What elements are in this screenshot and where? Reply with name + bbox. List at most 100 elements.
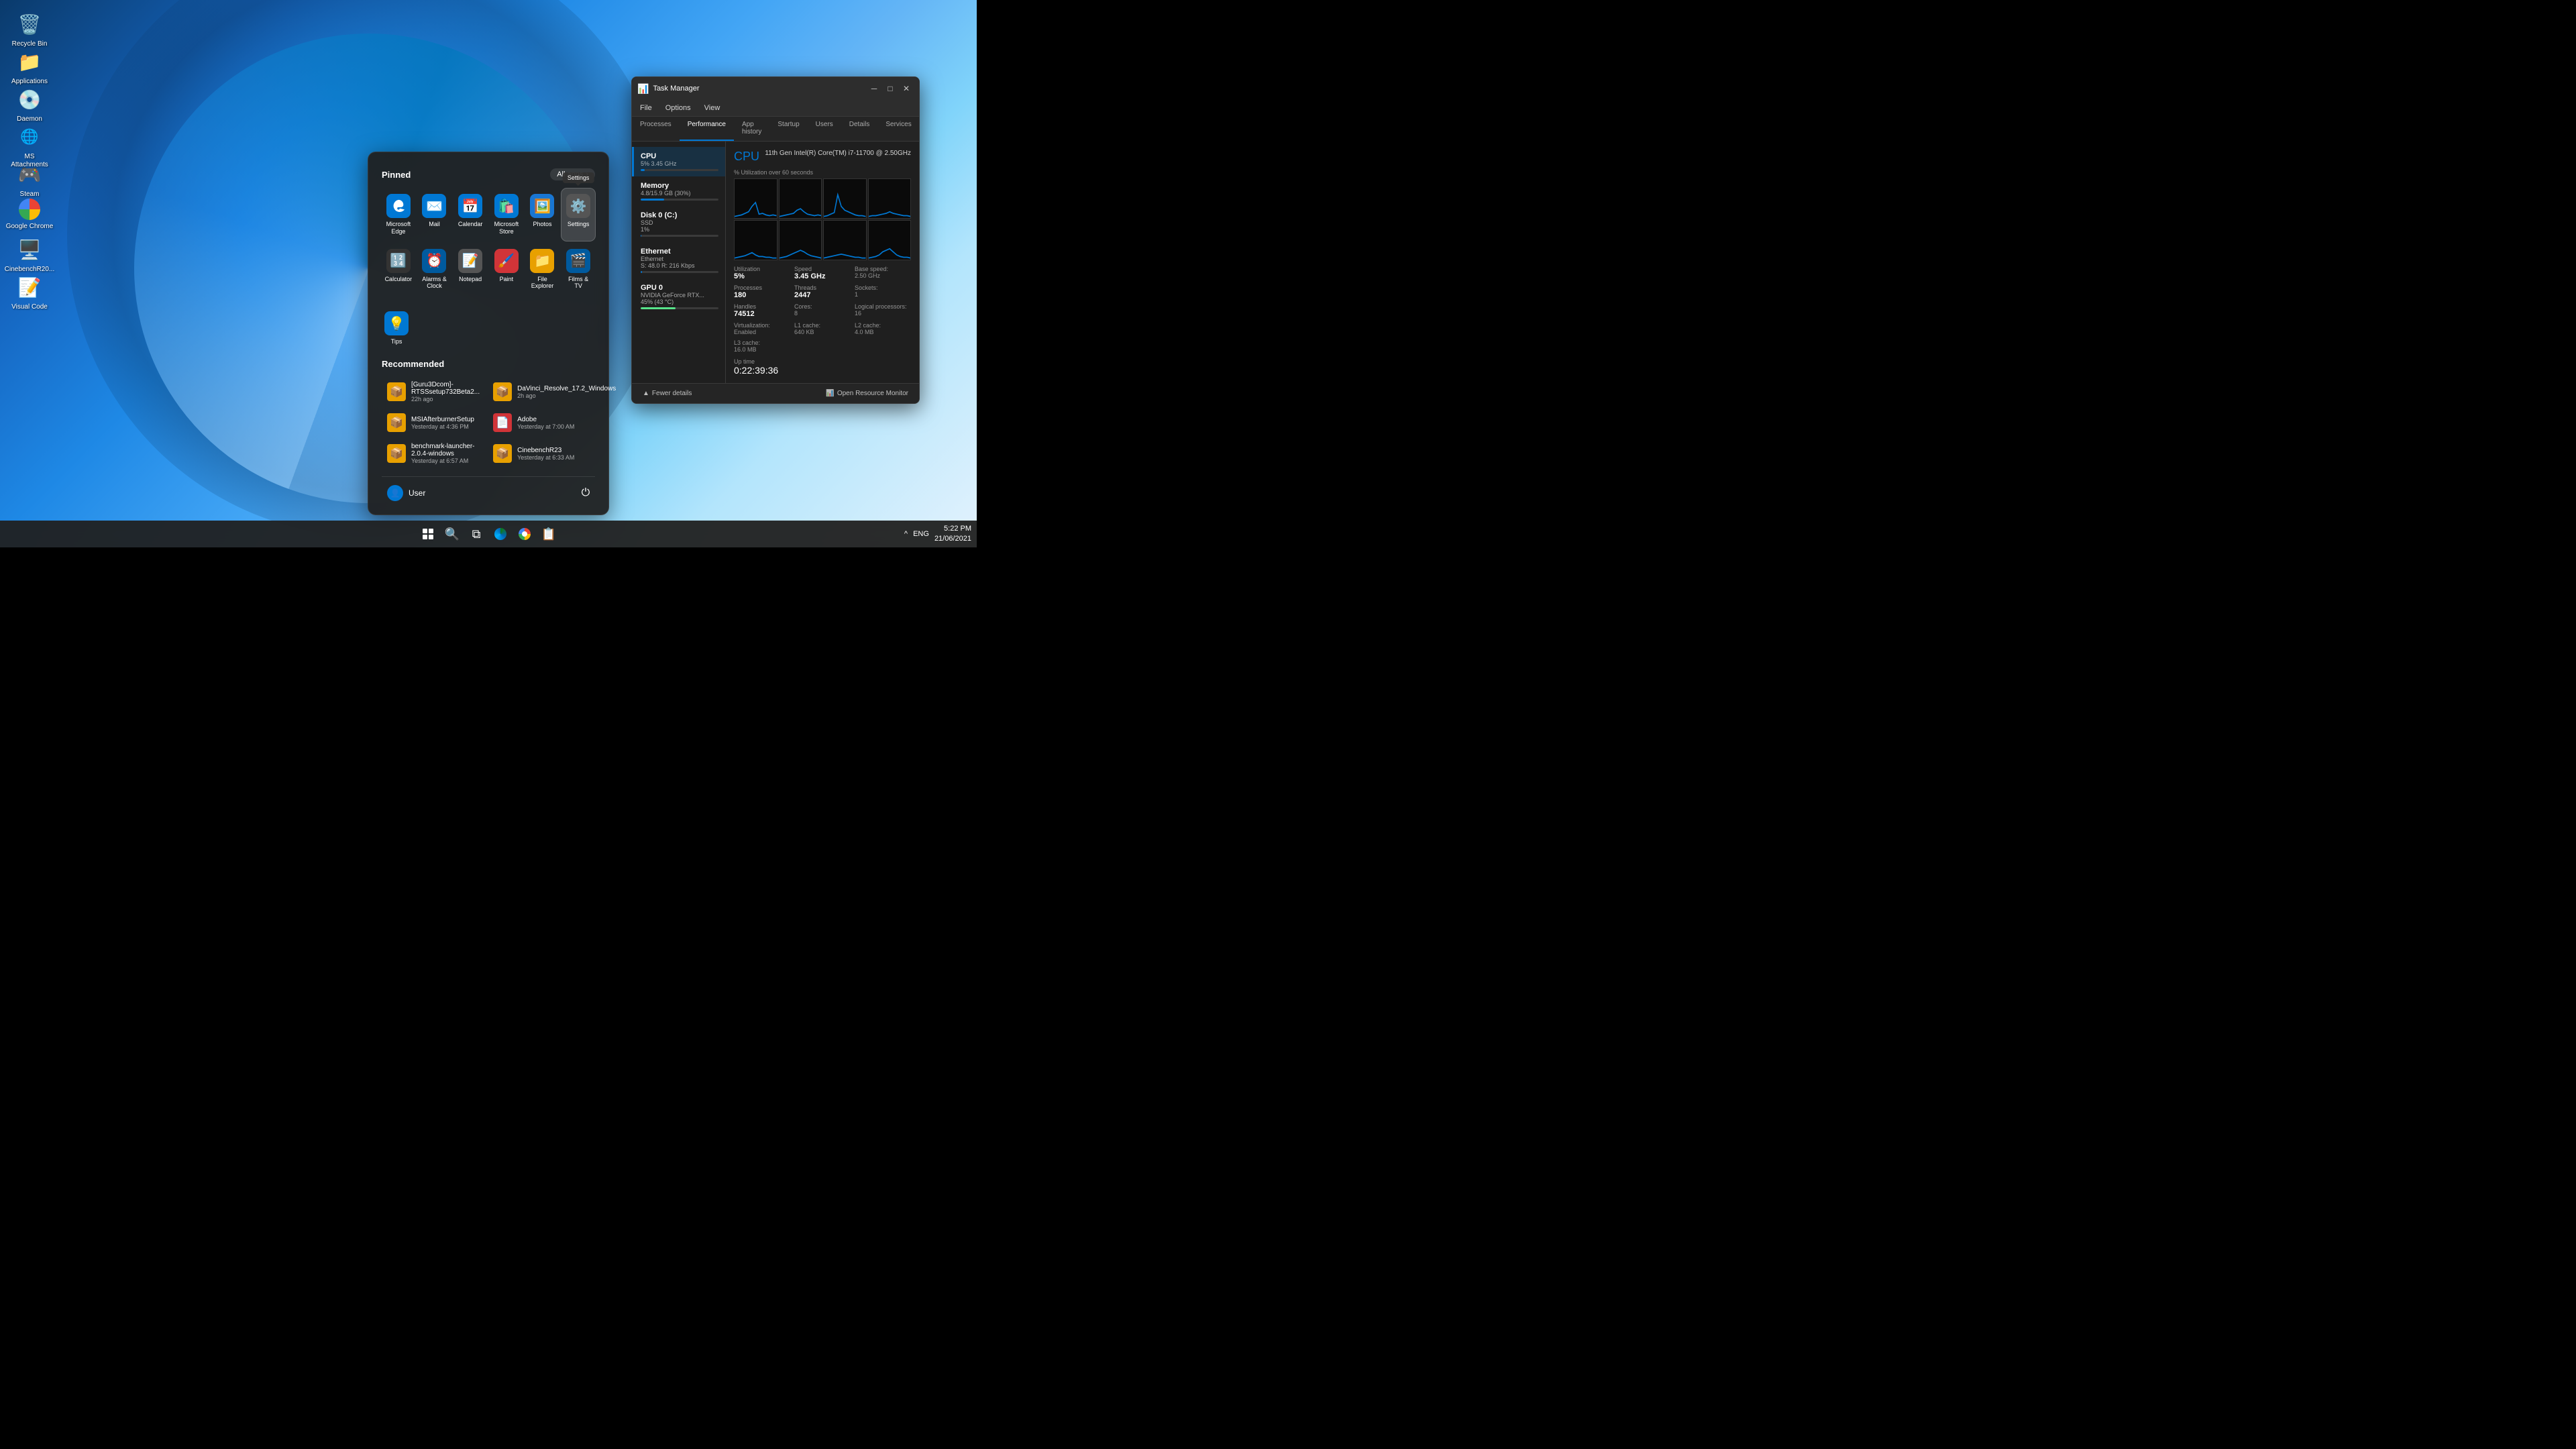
base-speed-stat: Base speed: 2.50 GHz	[855, 266, 911, 280]
tab-users[interactable]: Users	[808, 117, 841, 141]
taskmanager-taskbar-button[interactable]: 📋	[538, 523, 559, 545]
fewer-details-button[interactable]: ▲ Fewer details	[639, 388, 696, 399]
start-menu: Pinned All apps › Microsoft Edge ✉️ Mail…	[368, 152, 609, 515]
daemon-icon[interactable]: 💿 Daemon	[3, 83, 56, 126]
rec-guru3d-icon: 📦	[387, 382, 406, 401]
sidebar-cpu[interactable]: CPU 5% 3.45 GHz	[632, 147, 725, 176]
pinned-photos[interactable]: 🖼️ Photos	[526, 189, 559, 241]
pinned-title: Pinned	[382, 170, 411, 180]
performance-sidebar: CPU 5% 3.45 GHz Memory 4.8/15.9 GB (30%)…	[632, 142, 726, 383]
system-tray: ^	[904, 530, 908, 538]
pinned-tips[interactable]: 💡 Tips	[382, 306, 411, 351]
processes-stat: Processes 180	[734, 284, 790, 299]
user-name: User	[409, 488, 425, 498]
recommended-header: Recommended	[382, 359, 595, 369]
cinebench-icon[interactable]: 🖥️ CinebenchR20...	[3, 233, 56, 276]
sidebar-memory[interactable]: Memory 4.8/15.9 GB (30%)	[632, 176, 725, 206]
task-manager-menubar: File Options View	[632, 100, 919, 117]
visual-code-icon[interactable]: 📝 Visual Code	[3, 271, 56, 314]
rec-adobe[interactable]: 📄 Adobe Yesterday at 7:00 AM	[488, 409, 621, 436]
task-manager-titlebar: 📊 Task Manager ─ □ ✕	[632, 77, 919, 100]
start-menu-bottom: 👤 User ⏻	[382, 476, 595, 504]
handles-stat: Handles 74512	[734, 303, 790, 318]
resource-monitor-icon: 📊	[826, 390, 834, 397]
tab-services[interactable]: Services	[877, 117, 919, 141]
cpu-performance-main: CPU 11th Gen Intel(R) Core(TM) i7-11700 …	[726, 142, 919, 383]
rec-cinebench[interactable]: 📦 CinebenchR23 Yesterday at 6:33 AM	[488, 439, 621, 468]
task-view-button[interactable]: ⧉	[466, 523, 487, 545]
rec-davinci[interactable]: 📦 DaVinci_Resolve_17.2_Windows 2h ago	[488, 377, 621, 407]
recommended-title: Recommended	[382, 359, 444, 369]
pinned-ms-store[interactable]: 🛍️ Microsoft Store	[490, 189, 523, 241]
task-manager-footer: ▲ Fewer details 📊 Open Resource Monitor	[632, 383, 919, 403]
pinned-section-header: Pinned All apps ›	[382, 168, 595, 180]
cpu-graph-4	[734, 220, 777, 260]
sidebar-gpu[interactable]: GPU 0 NVIDIA GeForce RTX...45% (43 °C)	[632, 278, 725, 315]
fewer-details-icon: ▲	[643, 390, 649, 397]
tab-startup[interactable]: Startup	[769, 117, 807, 141]
user-button[interactable]: 👤 User	[382, 482, 431, 504]
pinned-calculator[interactable]: 🔢 Calculator	[382, 244, 415, 296]
cpu-graph-2	[823, 178, 867, 219]
rec-davinci-icon: 📦	[493, 382, 512, 401]
menu-file[interactable]: File	[637, 103, 655, 113]
pinned-mail[interactable]: ✉️ Mail	[418, 189, 451, 241]
sidebar-disk[interactable]: Disk 0 (C:) SSD1%	[632, 206, 725, 242]
rec-guru3d[interactable]: 📦 [Guru3Dcom]-RTSSsetup732Beta2... 22h a…	[382, 377, 485, 407]
menu-options[interactable]: Options	[663, 103, 694, 113]
language-indicator: ENG	[913, 530, 929, 538]
logical-stat: Logical processors: 16	[855, 303, 911, 318]
rec-msi[interactable]: 📦 MSIAfterburnerSetup Yesterday at 4:36 …	[382, 409, 485, 436]
chevron-right-icon: ›	[586, 170, 588, 178]
time-display: 5:22 PM	[934, 524, 971, 534]
minimize-button[interactable]: ─	[867, 81, 881, 96]
search-button[interactable]: 🔍	[441, 523, 463, 545]
rec-benchmark-icon: 📦	[387, 444, 406, 463]
pinned-edge[interactable]: Microsoft Edge	[382, 189, 415, 241]
google-chrome-icon[interactable]: Google Chrome	[3, 196, 56, 233]
chrome-taskbar-button[interactable]	[514, 523, 535, 545]
pinned-alarms[interactable]: ⏰ Alarms & Clock	[418, 244, 451, 296]
cpu-graphs-grid	[734, 178, 911, 260]
rec-msi-icon: 📦	[387, 413, 406, 432]
close-button[interactable]: ✕	[899, 81, 914, 96]
edge-taskbar-button[interactable]	[490, 523, 511, 545]
user-avatar: 👤	[387, 485, 403, 501]
desktop: 🗑️ Recycle Bin 📁 Applications 💿 Daemon 🌐…	[0, 0, 977, 547]
pinned-settings[interactable]: Settings ⚙️ Settings	[561, 189, 595, 241]
applications-icon[interactable]: 📁 Applications	[3, 46, 56, 89]
power-button[interactable]: ⏻	[576, 484, 595, 502]
recycle-bin-icon[interactable]: 🗑️ Recycle Bin	[3, 8, 56, 51]
menu-view[interactable]: View	[702, 103, 723, 113]
tab-details[interactable]: Details	[841, 117, 878, 141]
task-manager-tabs: Processes Performance App history Startu…	[632, 117, 919, 142]
taskbar-center: 🔍 ⧉ 📋	[417, 523, 559, 545]
tab-performance[interactable]: Performance	[680, 117, 734, 141]
rec-cinebench-icon: 📦	[493, 444, 512, 463]
tab-processes[interactable]: Processes	[632, 117, 680, 141]
maximize-button[interactable]: □	[883, 81, 898, 96]
cpu-graph-5	[779, 220, 822, 260]
tray-expand-icon[interactable]: ^	[904, 530, 908, 538]
pinned-apps-grid: Microsoft Edge ✉️ Mail 📅 Calendar 🛍️ Mic…	[382, 189, 595, 295]
pinned-calendar[interactable]: 📅 Calendar	[453, 189, 487, 241]
open-resource-monitor-button[interactable]: 📊 Open Resource Monitor	[822, 388, 912, 399]
tab-app-history[interactable]: App history	[734, 117, 769, 141]
sidebar-ethernet[interactable]: Ethernet EthernetS: 48.0 R: 216 Kbps	[632, 242, 725, 278]
all-apps-button[interactable]: All apps ›	[550, 168, 595, 180]
utilization-stat: Utilization 5%	[734, 266, 790, 280]
steam-icon[interactable]: 🎮 Steam	[3, 158, 56, 201]
date-display: 21/06/2021	[934, 534, 971, 544]
pinned-file-explorer[interactable]: 📁 File Explorer	[526, 244, 559, 296]
clock-display[interactable]: 5:22 PM 21/06/2021	[934, 524, 971, 545]
l3-stat: L3 cache: 16.0 MB	[734, 339, 790, 353]
cpu-model: 11th Gen Intel(R) Core(TM) i7-11700 @ 2.…	[765, 150, 911, 157]
rec-benchmark[interactable]: 📦 benchmark-launcher-2.0.4-windows Yeste…	[382, 439, 485, 468]
pinned-films-tv[interactable]: 🎬 Films & TV	[561, 244, 595, 296]
task-manager-icon: 📊	[637, 83, 649, 95]
cpu-graph-3	[868, 178, 912, 219]
cpu-stats: Utilization 5% Speed 3.45 GHz Base speed…	[734, 266, 911, 353]
pinned-paint[interactable]: 🖌️ Paint	[490, 244, 523, 296]
pinned-notepad[interactable]: 📝 Notepad	[453, 244, 487, 296]
start-button[interactable]	[417, 523, 439, 545]
